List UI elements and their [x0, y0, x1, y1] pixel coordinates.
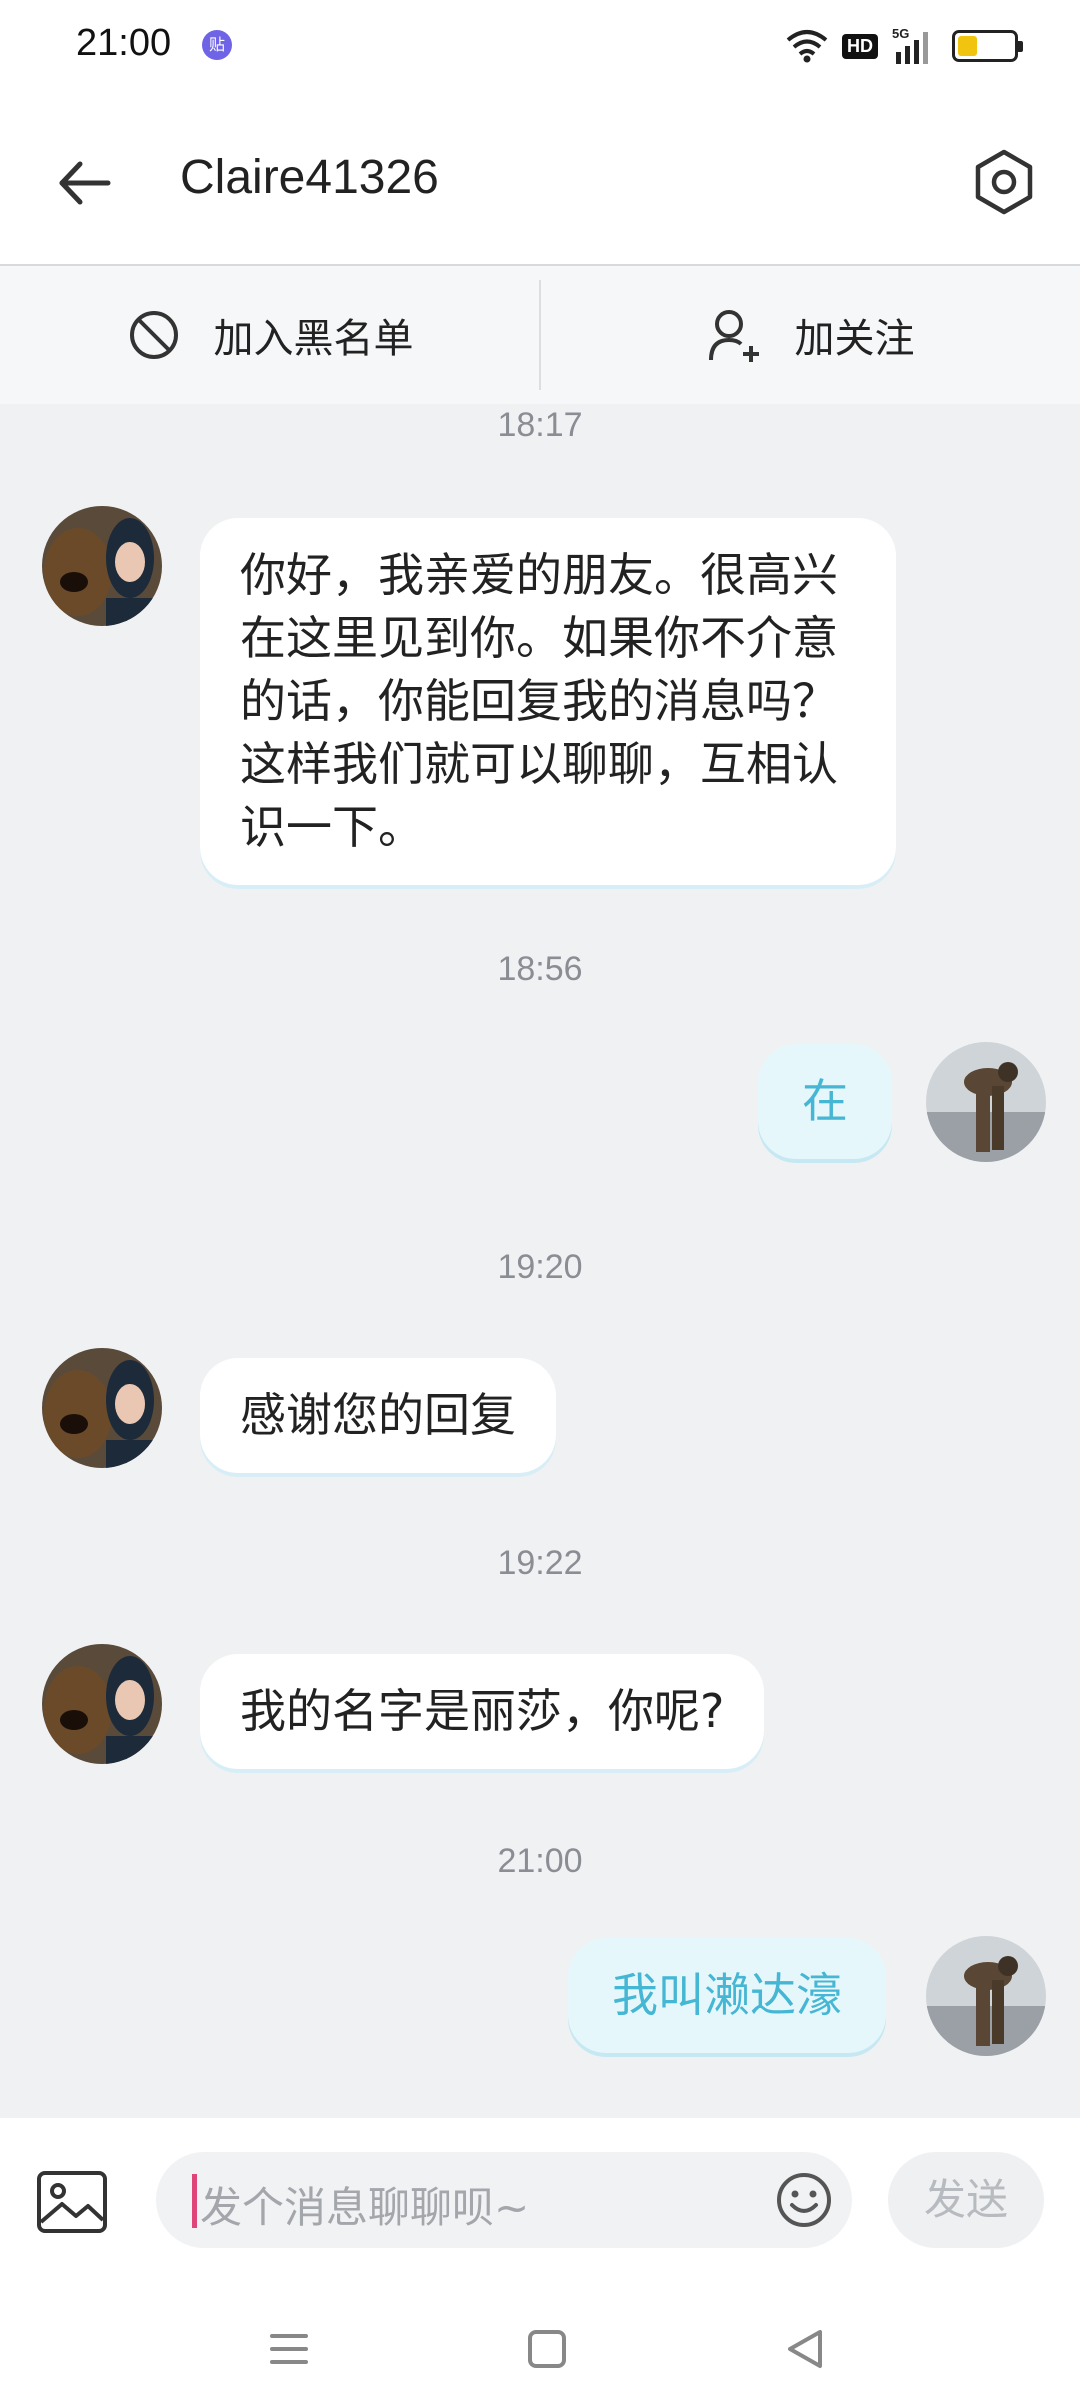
emoji-icon[interactable] — [774, 2170, 834, 2230]
message-timestamp: 18:56 — [497, 950, 583, 988]
chat-header: Claire41326 — [0, 100, 1080, 266]
signal-icon: 5G — [892, 26, 928, 64]
send-button[interactable]: 发送 — [888, 2152, 1044, 2248]
battery-level — [958, 36, 977, 56]
follow-label: 加关注 — [794, 316, 915, 362]
system-nav-bar — [0, 2290, 1080, 2408]
my-avatar[interactable] — [926, 1042, 1046, 1162]
hd-badge: HD — [842, 33, 878, 59]
chat-screen: 21:00 贴 HD 5G Claire41326 加入黑名单 加关注 18:1… — [0, 0, 1080, 2408]
add-to-blacklist-button[interactable]: 加入黑名单 — [0, 266, 539, 404]
message-input[interactable]: 发个消息聊聊呗~ — [156, 2152, 852, 2248]
back-triangle-icon[interactable] — [770, 2314, 840, 2384]
contact-avatar[interactable] — [42, 506, 162, 626]
outgoing-message-bubble[interactable]: 在 — [758, 1044, 892, 1159]
message-list[interactable]: 18:17 你好，我亲爱的朋友。很高兴在这里见到你。如果你不介意的话，你能回复我… — [0, 404, 1080, 2118]
menu-icon[interactable] — [254, 2314, 324, 2384]
wifi-icon — [786, 30, 828, 63]
action-bar: 加入黑名单 加关注 — [0, 266, 1080, 404]
home-icon[interactable] — [512, 2314, 582, 2384]
input-bar: 发个消息聊聊呗~ 发送 — [0, 2118, 1080, 2290]
image-picker-icon[interactable] — [36, 2170, 108, 2234]
network-type-label: 5G — [892, 26, 909, 41]
block-icon — [129, 311, 178, 359]
add-user-icon — [708, 310, 759, 362]
contact-name: Claire41326 — [180, 151, 439, 204]
status-icons: HD 5G — [786, 26, 1023, 66]
status-time: 21:00 — [76, 22, 172, 64]
notification-icon: 贴 — [202, 30, 232, 60]
incoming-message-bubble[interactable]: 我的名字是丽莎，你呢? — [200, 1654, 765, 1769]
message-input-placeholder: 发个消息聊聊呗~ — [200, 2183, 530, 2232]
battery-icon — [952, 30, 1023, 62]
back-arrow-icon[interactable] — [50, 148, 120, 218]
incoming-message-bubble[interactable]: 感谢您的回复 — [200, 1358, 556, 1473]
incoming-message-bubble[interactable]: 你好，我亲爱的朋友。很高兴在这里见到你。如果你不介意的话，你能回复我的消息吗？这… — [200, 518, 896, 885]
message-timestamp: 21:00 — [497, 1842, 583, 1880]
follow-button[interactable]: 加关注 — [541, 266, 1080, 404]
status-bar: 21:00 贴 HD 5G — [0, 0, 1080, 100]
settings-hexagon-icon[interactable] — [968, 146, 1040, 218]
contact-avatar[interactable] — [42, 1644, 162, 1764]
my-avatar[interactable] — [926, 1936, 1046, 2056]
blacklist-label: 加入黑名单 — [213, 316, 414, 362]
contact-avatar[interactable] — [42, 1348, 162, 1468]
text-caret — [192, 2174, 197, 2228]
message-timestamp: 19:20 — [497, 1248, 583, 1286]
message-timestamp: 18:17 — [497, 406, 583, 444]
message-timestamp: 19:22 — [497, 1544, 583, 1582]
outgoing-message-bubble[interactable]: 我叫濑达濠 — [568, 1938, 886, 2053]
